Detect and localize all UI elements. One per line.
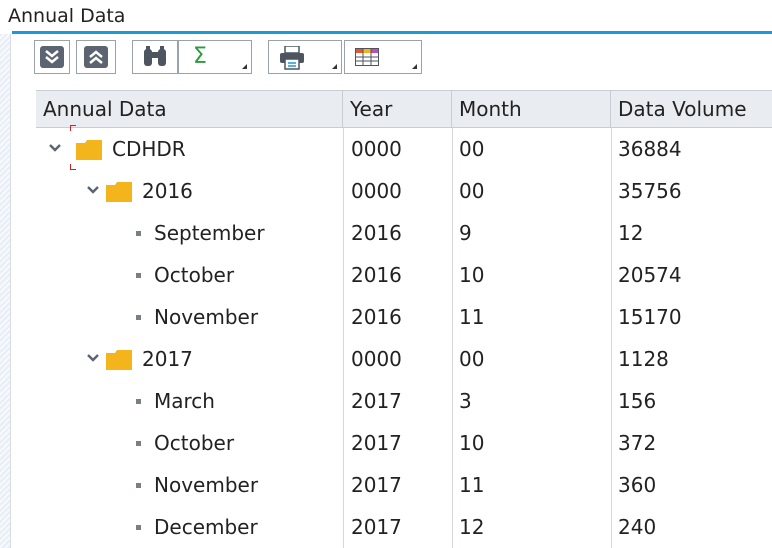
month-cell: 00 — [459, 179, 485, 203]
window-title: Annual Data — [8, 5, 126, 27]
year-cell: 0000 — [351, 137, 402, 161]
year-cell: 2017 — [351, 473, 402, 497]
tree-node-label: 2017 — [142, 347, 193, 371]
month-cell: 12 — [459, 515, 485, 539]
tree-table: Annual Data Year Month Data Volume CDHDR… — [36, 90, 772, 548]
month-cell: 11 — [459, 473, 485, 497]
column-header-data-volume[interactable]: Data Volume — [611, 91, 772, 128]
folder-icon — [106, 182, 132, 202]
print-icon — [280, 46, 304, 70]
focus-corner-icon — [70, 125, 76, 131]
find-button[interactable] — [132, 40, 178, 74]
year-cell: 2016 — [351, 305, 402, 329]
leaf-bullet-icon — [136, 399, 141, 404]
table-row[interactable]: September 2016 9 12 — [36, 212, 772, 254]
print-dropdown-button[interactable] — [268, 40, 342, 74]
leaf-bullet-icon — [136, 525, 141, 530]
table-row[interactable]: 2017 0000 00 1128 — [36, 338, 772, 380]
chevron-down-icon[interactable] — [48, 141, 62, 155]
year-cell: 2016 — [351, 263, 402, 287]
tree-node-label: October — [154, 431, 235, 455]
expand-all-icon — [40, 46, 64, 68]
sum-icon: Σ — [193, 44, 207, 69]
tree-node-label: September — [154, 221, 265, 245]
table-row[interactable]: November 2016 11 15170 — [36, 296, 772, 338]
data-volume-cell: 20574 — [618, 263, 682, 287]
leaf-bullet-icon — [136, 273, 141, 278]
data-volume-cell: 15170 — [618, 305, 682, 329]
folder-icon — [76, 140, 102, 160]
data-volume-cell: 12 — [618, 221, 644, 245]
chevron-down-icon[interactable] — [86, 183, 100, 197]
data-volume-cell: 36884 — [618, 137, 682, 161]
leaf-bullet-icon — [136, 483, 141, 488]
leaf-bullet-icon — [136, 315, 141, 320]
column-header-month[interactable]: Month — [452, 91, 611, 128]
layout-dropdown-button[interactable] — [344, 40, 422, 74]
folder-icon — [106, 350, 132, 370]
month-cell: 10 — [459, 431, 485, 455]
tree-node-label: CDHDR — [112, 137, 186, 161]
sum-dropdown-button[interactable]: Σ — [178, 40, 252, 74]
year-cell: 0000 — [351, 347, 402, 371]
month-cell: 00 — [459, 347, 485, 371]
data-volume-cell: 372 — [618, 431, 657, 455]
collapse-all-button[interactable] — [76, 40, 116, 74]
tree-node-label: October — [154, 263, 235, 287]
month-cell: 3 — [459, 389, 472, 413]
month-cell: 00 — [459, 137, 485, 161]
table-header: Annual Data Year Month Data Volume — [36, 90, 772, 128]
data-volume-cell: 1128 — [618, 347, 669, 371]
chevron-down-icon[interactable] — [86, 351, 100, 365]
year-cell: 2017 — [351, 515, 402, 539]
data-volume-cell: 360 — [618, 473, 657, 497]
table-row[interactable]: October 2016 10 20574 — [36, 254, 772, 296]
year-cell: 2016 — [351, 221, 402, 245]
tree-node-label: December — [154, 515, 258, 539]
table-row[interactable]: October 2017 10 372 — [36, 422, 772, 464]
left-border-strip — [0, 34, 11, 548]
table-row[interactable]: December 2017 12 240 — [36, 506, 772, 548]
year-cell: 2017 — [351, 431, 402, 455]
data-volume-cell: 156 — [618, 389, 657, 413]
find-icon — [144, 46, 166, 66]
month-cell: 11 — [459, 305, 485, 329]
layout-icon — [355, 48, 379, 66]
month-cell: 9 — [459, 221, 472, 245]
year-cell: 0000 — [351, 179, 402, 203]
table-row[interactable]: March 2017 3 156 — [36, 380, 772, 422]
data-volume-cell: 240 — [618, 515, 657, 539]
dropdown-arrow-icon — [242, 64, 247, 69]
dropdown-arrow-icon — [332, 64, 337, 69]
dropdown-arrow-icon — [412, 64, 417, 69]
table-row[interactable]: CDHDR 0000 00 36884 — [36, 125, 772, 170]
month-cell: 10 — [459, 263, 485, 287]
tree-node-label: November — [154, 305, 259, 329]
leaf-bullet-icon — [136, 231, 141, 236]
toolbar: Σ — [12, 34, 772, 84]
collapse-all-icon — [84, 46, 108, 68]
column-header-annual-data[interactable]: Annual Data — [36, 91, 343, 128]
title-bar: Annual Data — [0, 0, 772, 34]
leaf-bullet-icon — [136, 441, 141, 446]
table-row[interactable]: 2016 0000 00 35756 — [36, 170, 772, 212]
data-volume-cell: 35756 — [618, 179, 682, 203]
expand-all-button[interactable] — [34, 40, 70, 74]
tree-node-label: 2016 — [142, 179, 193, 203]
tree-node-label: November — [154, 473, 259, 497]
column-header-year[interactable]: Year — [343, 91, 452, 128]
year-cell: 2017 — [351, 389, 402, 413]
tree-node-label: March — [154, 389, 215, 413]
table-row[interactable]: November 2017 11 360 — [36, 464, 772, 506]
